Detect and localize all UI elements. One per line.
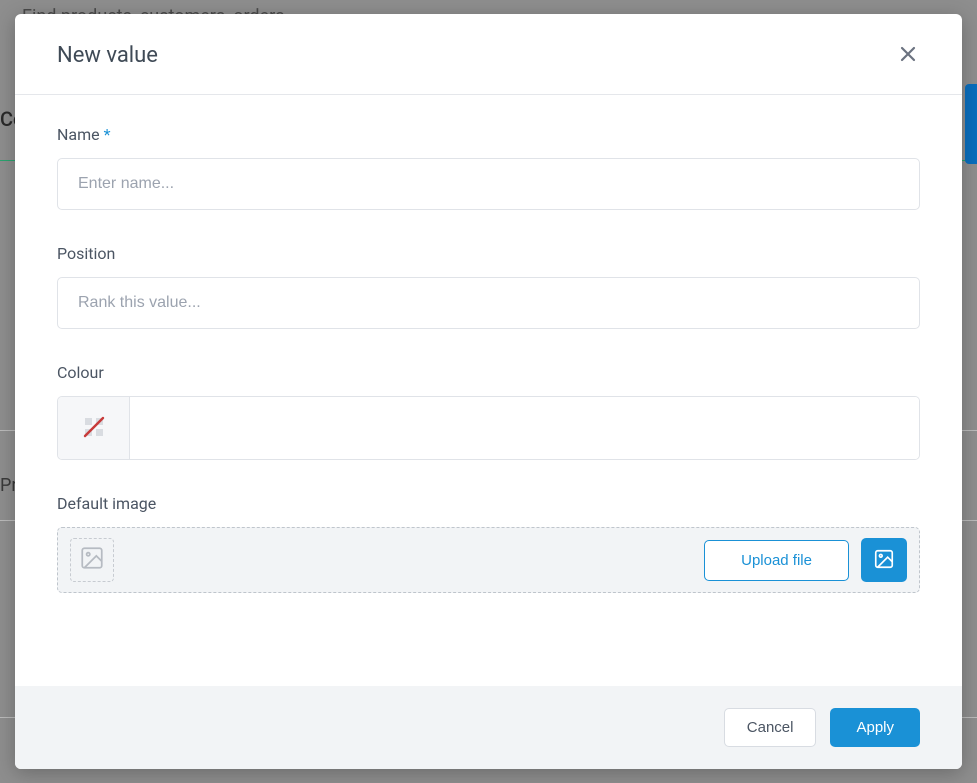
default-image-field-group: Default image Upload file bbox=[57, 494, 920, 593]
colour-label: Colour bbox=[57, 363, 920, 382]
image-placeholder-icon bbox=[79, 545, 105, 575]
required-indicator: * bbox=[104, 125, 111, 144]
image-placeholder-thumb bbox=[70, 538, 114, 582]
apply-button[interactable]: Apply bbox=[830, 708, 920, 747]
name-label: Name * bbox=[57, 125, 920, 144]
name-label-text: Name bbox=[57, 125, 100, 144]
colour-swatch-button[interactable] bbox=[58, 397, 130, 459]
close-button[interactable] bbox=[896, 40, 920, 70]
image-icon bbox=[873, 548, 895, 573]
name-field-group: Name * bbox=[57, 125, 920, 210]
colour-field-group: Colour bbox=[57, 363, 920, 460]
colour-input-row bbox=[57, 396, 920, 460]
default-image-label: Default image bbox=[57, 494, 920, 513]
modal-title: New value bbox=[57, 43, 158, 68]
cancel-button[interactable]: Cancel bbox=[724, 708, 817, 747]
position-field-group: Position bbox=[57, 244, 920, 329]
close-icon bbox=[900, 42, 916, 67]
image-dropzone[interactable]: Upload file bbox=[57, 527, 920, 593]
media-library-button[interactable] bbox=[861, 538, 907, 582]
modal-header: New value bbox=[15, 14, 962, 95]
position-input[interactable] bbox=[57, 277, 920, 329]
position-label: Position bbox=[57, 244, 920, 263]
modal-footer: Cancel Apply bbox=[15, 686, 962, 769]
name-input[interactable] bbox=[57, 158, 920, 210]
new-value-modal: New value Name * Position Colour bbox=[15, 14, 962, 769]
modal-body: Name * Position Colour bbox=[15, 95, 962, 686]
background-button-fragment bbox=[965, 84, 977, 164]
upload-file-button[interactable]: Upload file bbox=[704, 540, 849, 581]
colour-value-cell[interactable] bbox=[130, 397, 919, 459]
no-colour-icon bbox=[79, 412, 109, 445]
